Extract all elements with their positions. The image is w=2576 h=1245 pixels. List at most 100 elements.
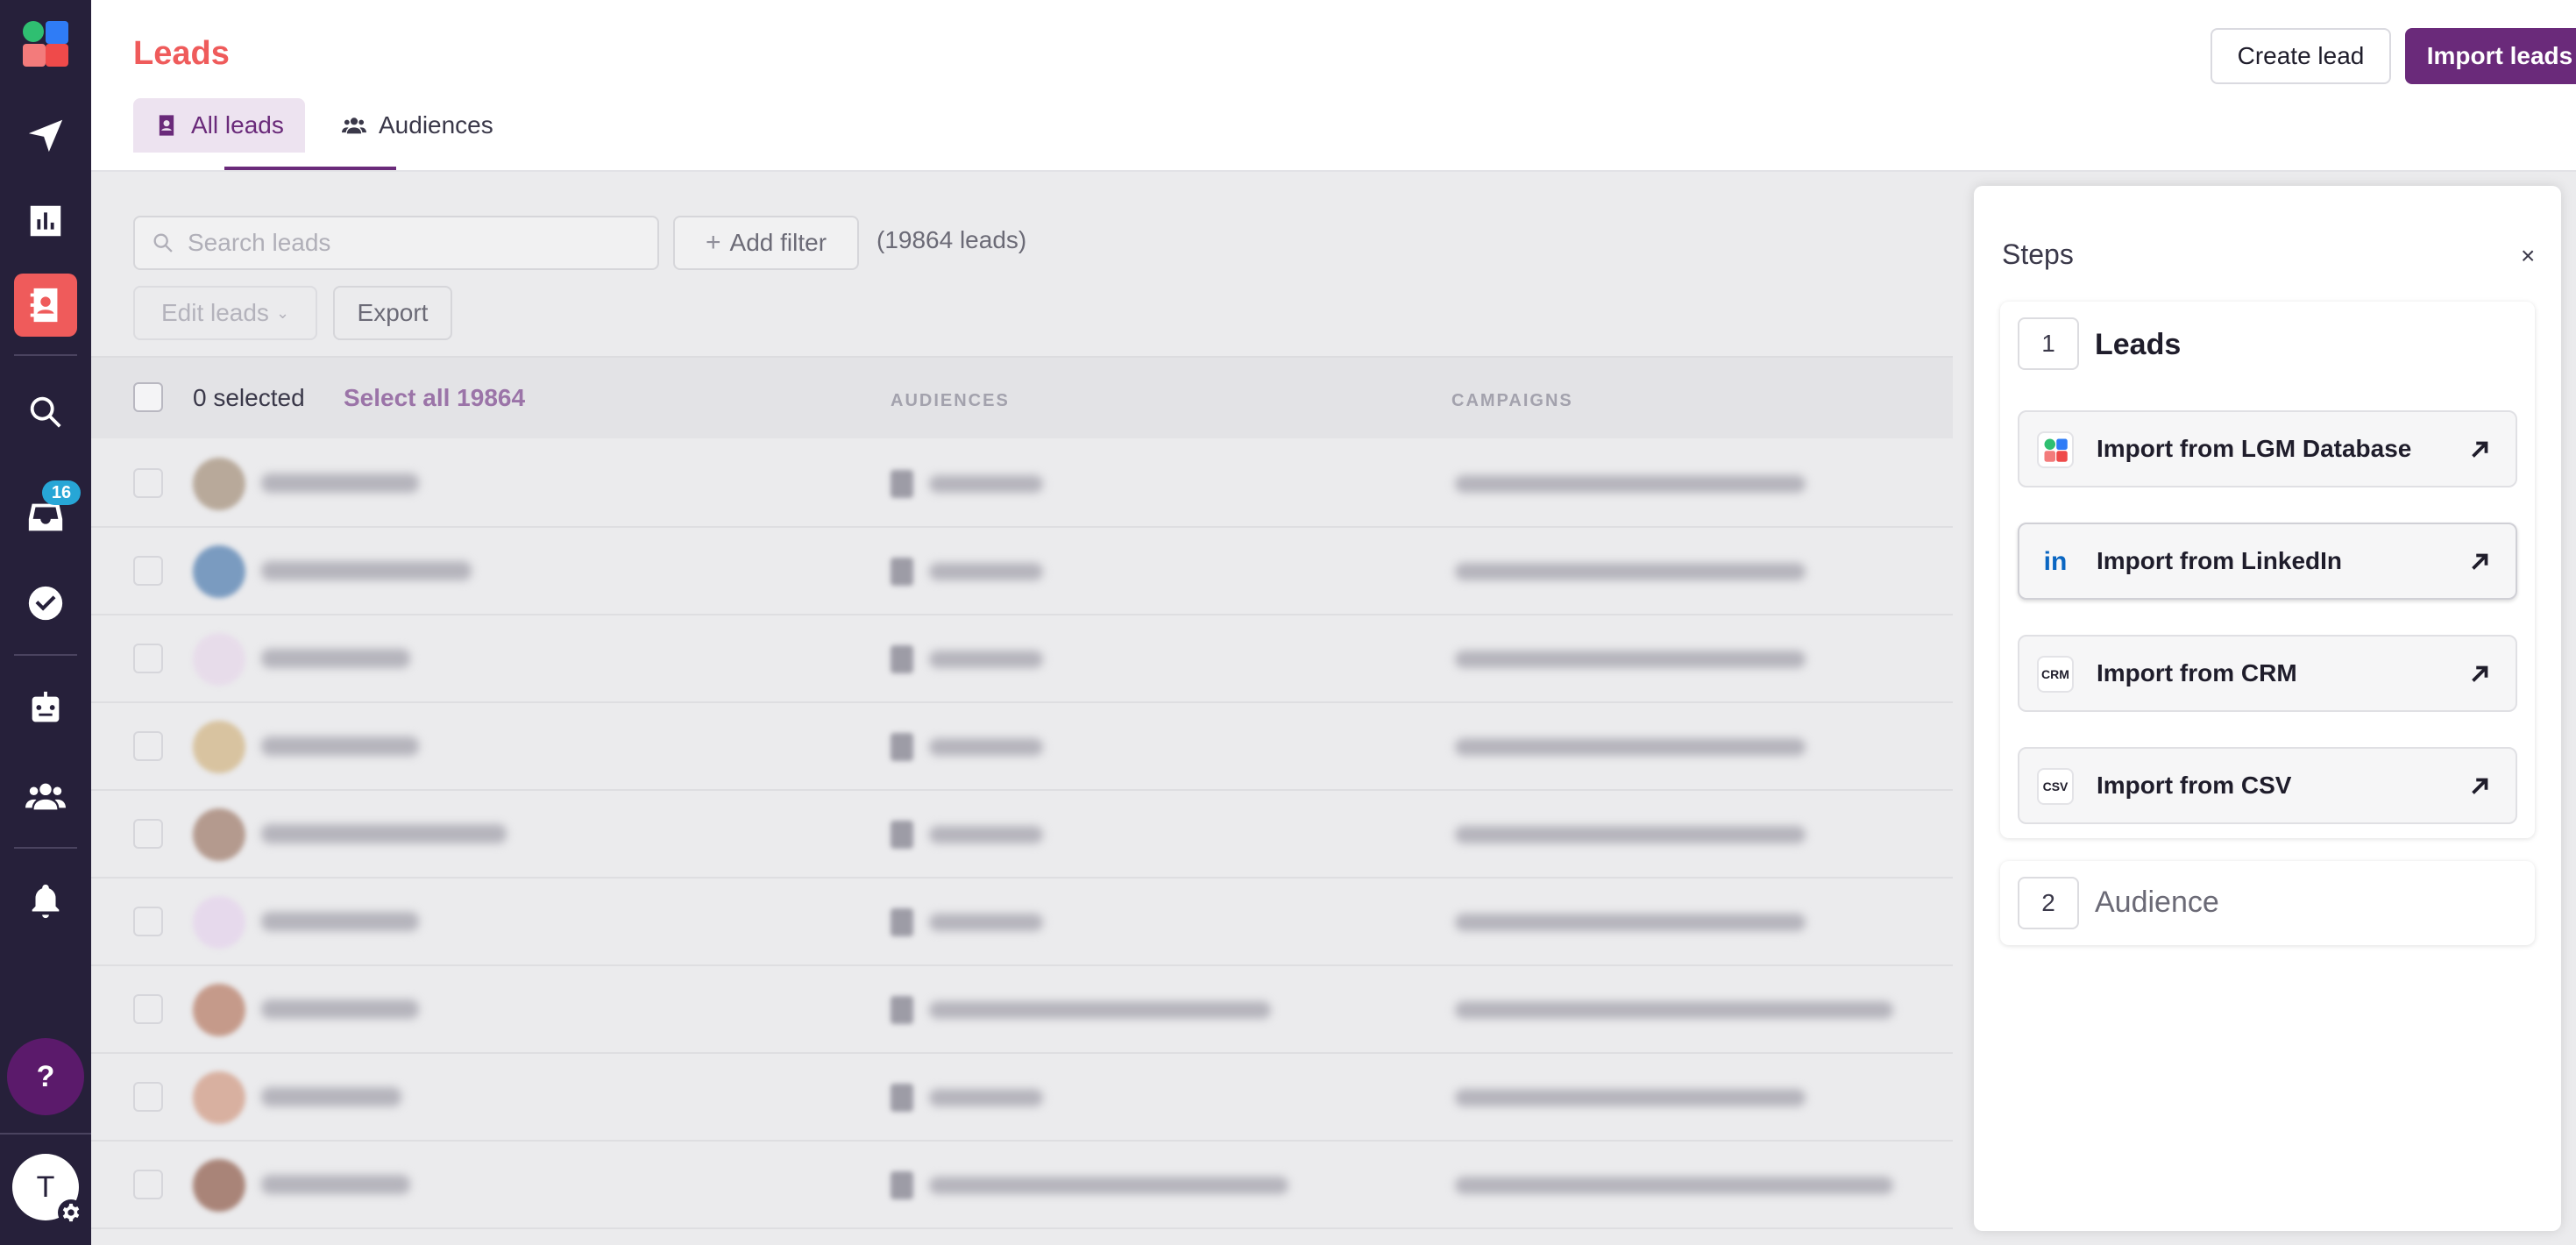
sidebar-divider [14, 847, 77, 849]
page-title: Leads [133, 35, 230, 72]
table-row[interactable] [91, 1142, 1953, 1229]
people-icon [342, 117, 366, 134]
step-leads-card: 1 Leads Import from LGM Database in Impo… [2000, 302, 2535, 838]
tab-audiences[interactable]: Audiences [321, 98, 514, 153]
leads-nav-item[interactable] [14, 274, 77, 337]
audience-blurred [929, 826, 1043, 843]
row-checkbox[interactable] [133, 468, 163, 498]
tab-all-leads[interactable]: All leads [133, 98, 305, 153]
campaign-blurred [1455, 1177, 1893, 1194]
table-header: 0 selected Select all 19864 AUDIENCES CA… [91, 356, 1953, 438]
export-button[interactable]: Export [333, 286, 452, 340]
avatar [193, 458, 245, 510]
inbox-nav-item[interactable]: 16 [14, 480, 81, 549]
lead-name-blurred [261, 824, 507, 843]
help-button[interactable]: ? [7, 1038, 84, 1115]
audience-blurred [929, 914, 1043, 931]
close-icon[interactable]: × [2521, 244, 2535, 268]
lead-name-blurred [261, 1087, 401, 1106]
row-checkbox[interactable] [133, 731, 163, 761]
option-label: Import from LinkedIn [2097, 547, 2342, 574]
table-row[interactable] [91, 1054, 1953, 1142]
selected-count: 0 selected [193, 384, 305, 411]
edit-leads-label: Edit leads [160, 299, 269, 326]
avatar [193, 633, 245, 686]
analytics-nav-item[interactable] [14, 189, 77, 253]
audience-icon [891, 1171, 913, 1199]
send-icon [28, 119, 63, 153]
external-arrow-icon [2466, 661, 2493, 687]
campaigns-nav-item[interactable] [14, 103, 77, 167]
import-leads-button[interactable]: Import leads [2405, 28, 2576, 84]
table-row[interactable] [91, 879, 1953, 966]
row-checkbox[interactable] [133, 644, 163, 673]
table-row[interactable] [91, 440, 1953, 528]
bar-chart-icon [30, 205, 61, 237]
search-icon [30, 396, 61, 428]
lgm-logo-icon [2037, 431, 2074, 468]
avatar [193, 545, 245, 598]
external-arrow-icon [2466, 437, 2493, 463]
sidebar-divider [14, 354, 77, 356]
audience-icon [891, 996, 913, 1024]
row-checkbox[interactable] [133, 907, 163, 936]
active-tab-indicator [224, 167, 396, 170]
tasks-nav-item[interactable] [14, 572, 77, 635]
edit-leads-dropdown[interactable]: Edit leads ⌄ [133, 286, 317, 340]
audience-blurred [929, 738, 1043, 756]
app-logo-icon[interactable] [21, 19, 70, 68]
lead-name-blurred [261, 736, 419, 756]
column-header-campaigns[interactable]: CAMPAIGNS [1451, 391, 1573, 411]
lead-name-blurred [261, 1000, 419, 1019]
table-row[interactable] [91, 966, 1953, 1054]
add-filter-label: Add filter [729, 229, 827, 256]
robot-icon [32, 691, 60, 722]
import-steps-panel: Steps × 1 Leads Import from LGM Database… [1974, 186, 2561, 1231]
avatar [193, 896, 245, 949]
avatar [193, 984, 245, 1036]
create-lead-button[interactable]: Create lead [2211, 28, 2391, 84]
audience-icon [891, 733, 913, 761]
sidebar-divider [0, 1133, 91, 1135]
table-row[interactable] [91, 703, 1953, 791]
column-header-audiences[interactable]: AUDIENCES [891, 391, 1010, 411]
step-title: Audience [2095, 886, 2219, 919]
import-from-linkedin-option[interactable]: in Import from LinkedIn [2018, 523, 2517, 600]
csv-icon: CSV [2037, 768, 2074, 805]
audience-icon [891, 1084, 913, 1112]
import-from-crm-option[interactable]: CRM Import from CRM [2018, 635, 2517, 712]
search-nav-item[interactable] [14, 381, 77, 444]
team-nav-item[interactable] [14, 765, 77, 828]
select-all-link[interactable]: Select all 19864 [344, 384, 525, 412]
audience-icon [891, 645, 913, 673]
campaign-blurred [1455, 738, 1806, 756]
notifications-nav-item[interactable] [14, 870, 77, 933]
add-filter-button[interactable]: + Add filter [673, 216, 859, 270]
import-from-lgm-database-option[interactable]: Import from LGM Database [2018, 410, 2517, 487]
row-checkbox[interactable] [133, 1082, 163, 1112]
user-avatar[interactable]: T [12, 1154, 84, 1226]
lead-name-blurred [261, 649, 410, 668]
lead-name-blurred [261, 912, 419, 931]
select-all-checkbox[interactable] [133, 382, 163, 412]
crm-icon: CRM [2037, 656, 2074, 693]
step-audience-card[interactable]: 2 Audience [2000, 861, 2535, 945]
avatar-initial: T [36, 1170, 55, 1204]
row-checkbox[interactable] [133, 819, 163, 849]
import-leads-label: Import leads [2426, 42, 2573, 69]
avatar [193, 808, 245, 861]
search-input[interactable]: Search leads [133, 216, 659, 270]
table-row[interactable] [91, 615, 1953, 703]
lead-count: (19864 leads) [876, 226, 1027, 253]
table-row[interactable] [91, 791, 1953, 879]
row-checkbox[interactable] [133, 994, 163, 1024]
table-row[interactable] [91, 528, 1953, 615]
automation-nav-item[interactable] [14, 677, 77, 740]
row-checkbox[interactable] [133, 556, 163, 586]
tab-label: Audiences [379, 111, 493, 139]
settings-gear-icon[interactable] [58, 1199, 84, 1226]
audience-blurred [929, 1177, 1288, 1194]
row-checkbox[interactable] [133, 1170, 163, 1199]
avatar [193, 1159, 245, 1212]
import-from-csv-option[interactable]: CSV Import from CSV [2018, 747, 2517, 824]
